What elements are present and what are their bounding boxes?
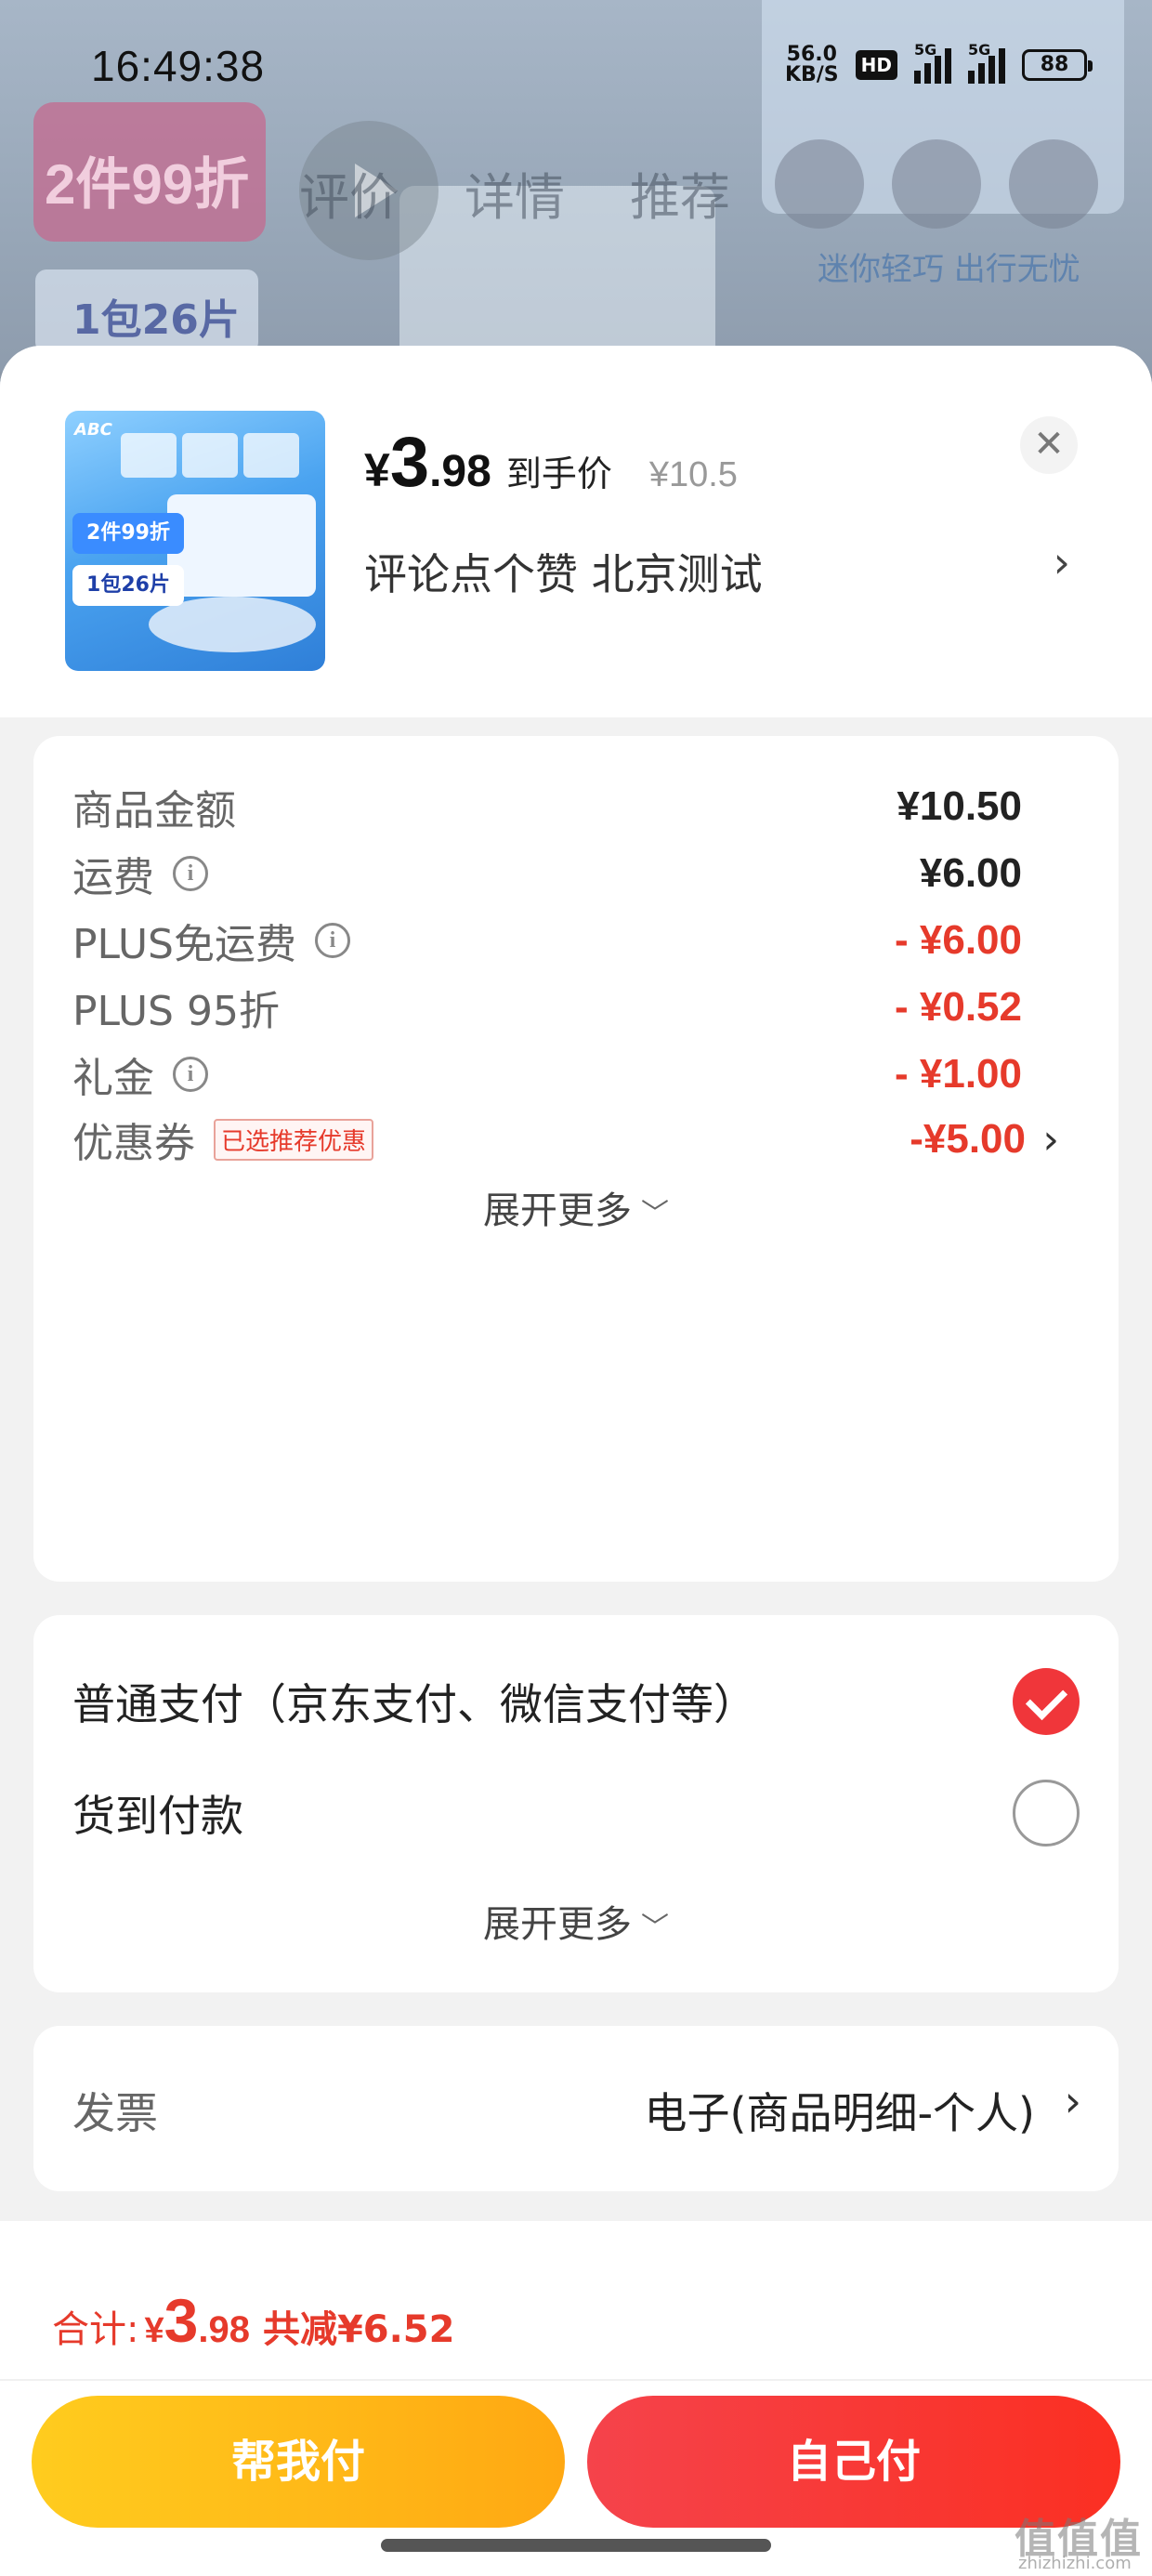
help-pay-button[interactable]: 帮我付 [32, 2396, 565, 2528]
close-icon[interactable]: ✕ [1020, 416, 1078, 474]
fee-value: -¥5.00 [910, 1116, 1026, 1162]
final-price: ¥ 3 .98 到手价 ¥10.5 [364, 423, 738, 502]
fee-value: ¥10.50 [897, 783, 1022, 829]
chevron-right-icon: › [1064, 2076, 1081, 2126]
status-icons: 56.0 KB/S HD 5G 5G 88 [784, 41, 1093, 86]
fee-value: ¥6.00 [919, 850, 1022, 896]
bg-tab-reviews: 评价 [299, 168, 399, 227]
product-thumbnail[interactable]: ABC 2件99折 1包26片 [65, 411, 325, 671]
original-price: ¥10.5 [648, 455, 738, 494]
fee-value: - ¥0.52 [895, 984, 1022, 1030]
invoice-value: 电子(商品明细-个人) [644, 2088, 1036, 2138]
payment-method-card: 普通支付（京东支付、微信支付等） 货到付款 展开更多 ﹀ [33, 1615, 1119, 1992]
payment-option-online[interactable]: 普通支付（京东支付、微信支付等） [72, 1660, 1080, 1743]
info-icon[interactable]: i [173, 1057, 208, 1092]
bg-tab-recommend: 推荐 [630, 168, 730, 227]
invoice-card[interactable]: 发票 电子(商品明细-个人) › [33, 2026, 1119, 2191]
radio-checked-icon[interactable] [1013, 1668, 1080, 1735]
checkout-footer: 合计: ¥ 3 .98 共减¥6.52 帮我付 自己付 [0, 2221, 1152, 2576]
chevron-right-icon: › [1042, 1115, 1059, 1163]
thumb-feature-tiles [121, 433, 299, 478]
thumb-package-image [167, 494, 316, 597]
chevron-down-icon: ﹀ [641, 1912, 669, 1944]
fee-row-goods: 商品金额 ¥10.50 [72, 783, 1022, 835]
network-speed: 56.0 KB/S [784, 43, 839, 86]
bg-promo-text: 2件99折 [45, 153, 250, 216]
fee-value: - ¥6.00 [895, 917, 1022, 963]
invoice-label: 发票 [72, 2088, 158, 2138]
divider [0, 2379, 1152, 2381]
fee-breakdown-card: 商品金额 ¥10.50 运费 i ¥6.00 PLUS免运费 i - ¥6.00… [33, 736, 1119, 1582]
product-header: ABC 2件99折 1包26片 ¥ 3 .98 到手价 ¥10.5 ✕ 评论点个… [0, 346, 1152, 717]
payment-option-cod[interactable]: 货到付款 [72, 1771, 1080, 1855]
battery-icon: 88 [1022, 49, 1093, 81]
bg-tab-details: 详情 [465, 168, 565, 227]
status-time: 16:49:38 [91, 42, 266, 90]
bg-slogan: 迷你轻巧 出行无忧 [818, 251, 1080, 288]
info-icon[interactable]: i [173, 856, 208, 891]
expand-more-button[interactable]: 展开更多 ﹀ [33, 1894, 1119, 1948]
info-icon[interactable]: i [315, 923, 350, 958]
coupon-badge: 已选推荐优惠 [214, 1118, 374, 1161]
total-saved: 共减¥6.52 [262, 2308, 455, 2351]
radio-unchecked-icon[interactable] [1013, 1780, 1080, 1847]
bg-share-icon [892, 139, 981, 229]
expand-more-button[interactable]: 展开更多 ﹀ [33, 1180, 1119, 1234]
bg-favorite-icon [775, 139, 864, 229]
fee-row-shipping: 运费 i ¥6.00 [72, 850, 1022, 901]
signal-icon-2: 5G [968, 41, 1005, 84]
total-amount: 合计: ¥ 3 .98 共减¥6.52 [52, 2286, 455, 2355]
thumb-pack-badge: 1包26片 [72, 565, 184, 606]
thumb-promo-badge: 2件99折 [72, 513, 184, 554]
chevron-down-icon: ﹀ [641, 1198, 669, 1230]
checkout-sheet: ABC 2件99折 1包26片 ¥ 3 .98 到手价 ¥10.5 ✕ 评论点个… [0, 346, 1152, 2576]
fee-row-gift-money: 礼金 i - ¥1.00 [72, 1051, 1022, 1102]
fee-value: - ¥1.00 [895, 1051, 1022, 1097]
fee-row-plus-discount: PLUS 95折 - ¥0.52 [72, 984, 1022, 1035]
signal-icon: 5G [914, 41, 951, 84]
fee-row-plus-free-shipping: PLUS免运费 i - ¥6.00 [72, 917, 1022, 968]
watermark-url: zhizhizhi.com [1018, 2554, 1132, 2573]
fee-row-coupon[interactable]: 优惠券 已选推荐优惠 -¥5.00 › [72, 1102, 1076, 1176]
home-indicator[interactable] [381, 2539, 771, 2552]
brand-logo: ABC [74, 420, 112, 440]
bg-tabs: 评价 详情 推荐 [299, 156, 730, 230]
bg-pack-text: 1包26片 [72, 296, 240, 344]
spec-text: 评论点个赞 北京测试 [364, 549, 763, 599]
spec-selector[interactable]: 评论点个赞 北京测试 › [364, 537, 1089, 602]
final-price-label: 到手价 [505, 453, 612, 494]
status-bar: 16:49:38 56.0 KB/S HD 5G 5G 88 [0, 0, 1152, 130]
bg-more-icon [1009, 139, 1098, 229]
hd-icon: HD [855, 50, 897, 80]
chevron-right-icon: › [1053, 537, 1070, 587]
